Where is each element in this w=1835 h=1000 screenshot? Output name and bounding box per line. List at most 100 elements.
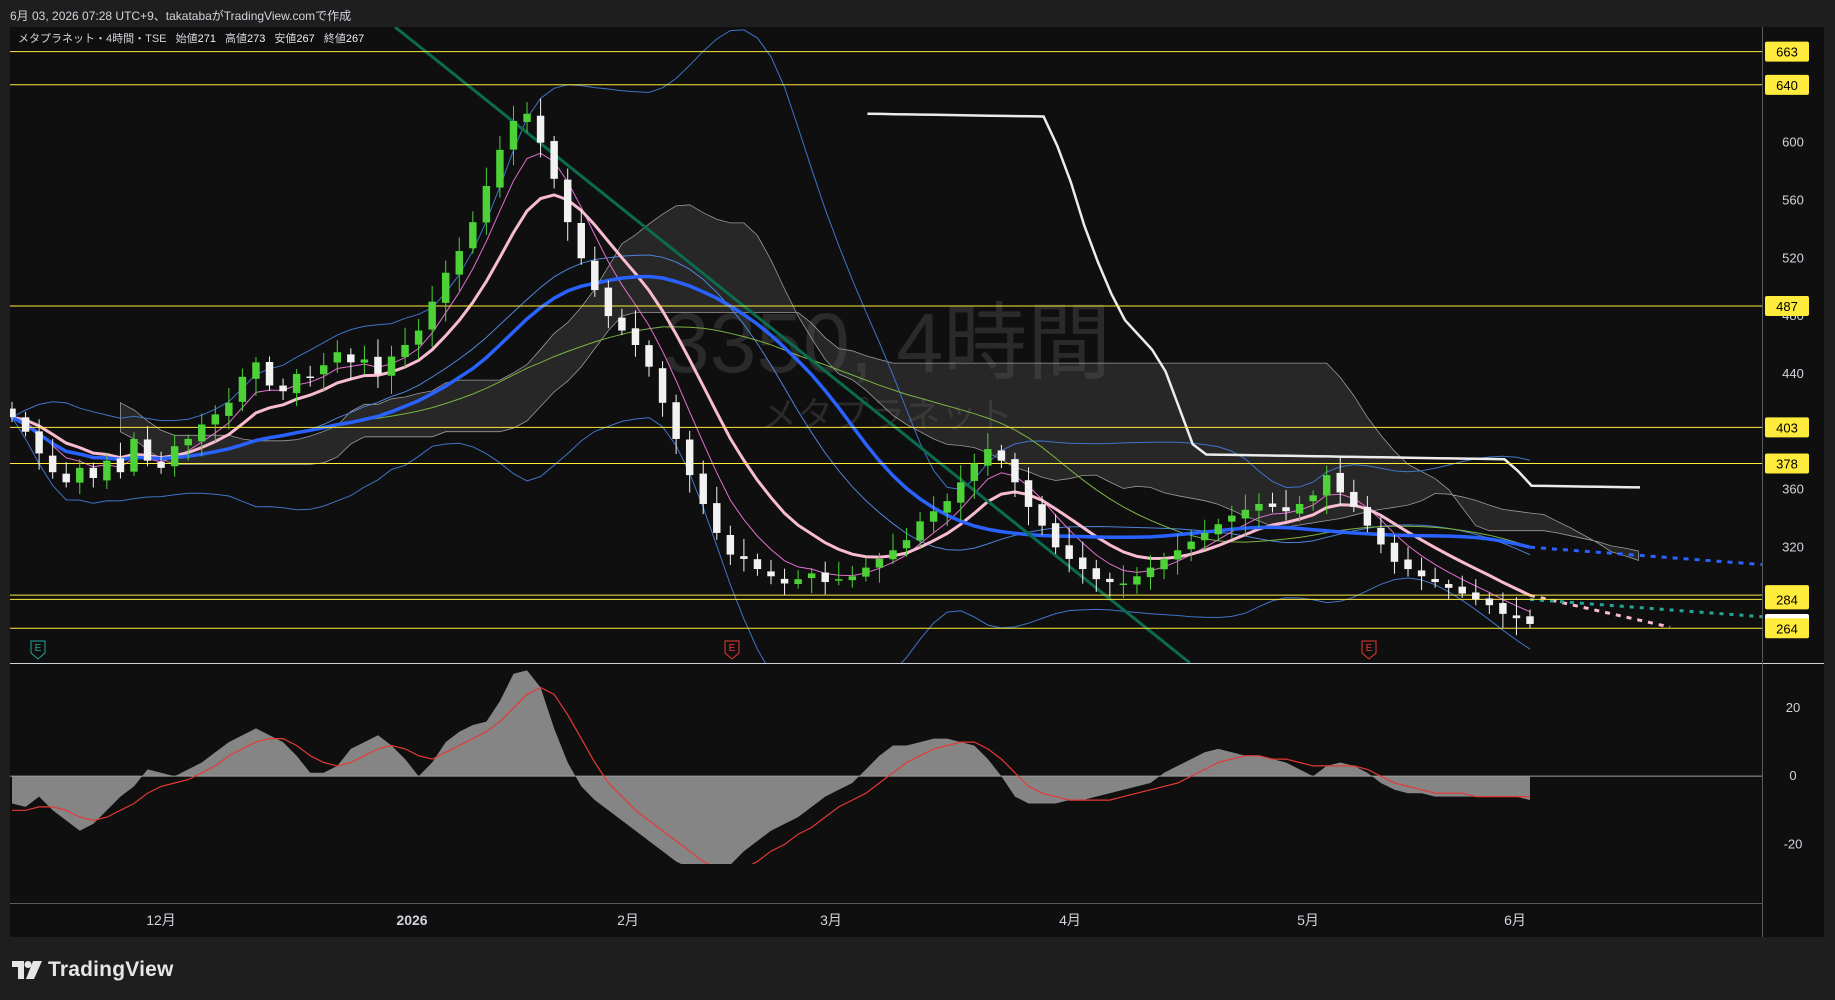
candle-body (1444, 584, 1453, 588)
price-tick-label: 520 (1782, 250, 1804, 265)
candle-body (374, 356, 382, 374)
top-caption-bar: 6月 03, 2026 07:28 UTC+9、takatabaがTrading… (0, 0, 1835, 27)
candle-body (604, 287, 613, 317)
candle-body (401, 345, 409, 358)
candle-body (211, 414, 220, 425)
oscillator-axis[interactable]: 20 0 -20 (1784, 700, 1803, 851)
candle-body (821, 572, 829, 583)
candle-body (347, 354, 355, 363)
candle-body (469, 222, 477, 249)
oscillator-pane (10, 670, 1762, 864)
candle-body (591, 260, 599, 291)
candle-body (157, 461, 165, 468)
chart-area[interactable]: 3350, 4時間 メタプラネット EEE 280320360400440480… (10, 27, 1824, 937)
chart-svg[interactable]: 3350, 4時間 メタプラネット EEE 280320360400440480… (10, 27, 1824, 937)
price-label-text: 640 (1776, 78, 1798, 93)
candle-body (1011, 459, 1019, 483)
candle-body (916, 521, 924, 541)
candle-body (225, 402, 233, 416)
candle-body (252, 362, 260, 379)
price-tick-label: 440 (1782, 366, 1804, 381)
legend-high-label: 高値 (225, 31, 247, 45)
candle-body (848, 576, 857, 581)
earnings-marker[interactable]: E (724, 640, 740, 660)
candle-body (1322, 475, 1331, 496)
candle-body (1526, 616, 1534, 624)
legend-low-label: 安値 (274, 31, 296, 45)
time-axis[interactable]: 12月 2026 2月 3月 4月 5月 6月 (146, 912, 1526, 928)
candle-body (794, 579, 802, 585)
candle-body (496, 149, 504, 188)
price-tick-label: 560 (1782, 192, 1804, 207)
earnings-marker-label: E (1366, 643, 1373, 654)
tradingview-logo[interactable]: TradingView (12, 958, 174, 982)
candle-body (1485, 598, 1494, 606)
candle-body (658, 368, 667, 403)
candle-body (1241, 509, 1250, 519)
price-axis[interactable]: 280320360400440480520560600 (1782, 135, 1804, 613)
candle-body (631, 328, 640, 345)
candle-body (780, 578, 789, 584)
earnings-marker-label: E (729, 643, 736, 654)
candle-body (875, 558, 884, 568)
candle-body (699, 473, 707, 504)
candle-body (279, 385, 287, 392)
candle-body (1268, 503, 1277, 507)
cloud-area (120, 204, 1639, 561)
candle-body (618, 317, 626, 331)
candle-body (62, 473, 70, 483)
candle-body (10, 408, 16, 418)
candle-body (645, 345, 653, 367)
candle-body (943, 501, 951, 513)
time-tick-label: 2026 (396, 912, 427, 928)
legend-open: 271 (198, 33, 216, 45)
time-tick-label: 12月 (146, 912, 176, 928)
candle-body (1024, 480, 1033, 507)
candle-body (455, 251, 463, 275)
legend-open-label: 始値 (176, 31, 198, 45)
candle-body (1499, 603, 1507, 614)
oscillator-tick-label: 0 (1789, 768, 1796, 783)
legend-close-label: 終値 (324, 31, 346, 45)
candle-body (387, 356, 396, 376)
candle-body (1079, 557, 1087, 570)
candle-body (130, 438, 138, 472)
candle-body (1336, 472, 1344, 493)
price-label-text: 378 (1776, 457, 1798, 472)
candle-body (1119, 583, 1128, 585)
candle-body (685, 439, 694, 476)
candle-body (1200, 532, 1209, 541)
candle-body (292, 373, 301, 394)
candle-body (48, 455, 57, 473)
earnings-marker[interactable]: E (30, 640, 46, 660)
candle-body (997, 450, 1006, 461)
chart-caption: 6月 03, 2026 07:28 UTC+9、takatabaがTrading… (10, 9, 352, 23)
candle-body (1051, 523, 1060, 548)
earnings-marker[interactable]: E (1361, 640, 1377, 660)
candle-body (1404, 559, 1412, 570)
candle-body (1472, 592, 1480, 600)
candle-body (970, 463, 979, 481)
time-tick-label: 4月 (1059, 912, 1081, 928)
candle-body (428, 301, 436, 330)
candle-body (957, 482, 965, 503)
earnings-marker-label: E (35, 643, 42, 654)
candle-body (1255, 504, 1263, 511)
candle-body (1417, 570, 1426, 577)
time-tick-label: 5月 (1297, 912, 1319, 928)
candle-body (35, 431, 43, 454)
oscillator-histogram-area (12, 670, 1530, 864)
candle-body (672, 402, 680, 439)
candle-body (1065, 545, 1073, 559)
candle-body (265, 361, 274, 386)
candle-body (740, 556, 748, 559)
candle-body (1092, 568, 1101, 580)
candle-body (306, 376, 314, 379)
candle-body (198, 424, 206, 442)
candle-body (929, 511, 938, 522)
candle-body (753, 559, 762, 570)
time-tick-label: 3月 (820, 912, 842, 928)
candle-body (1146, 567, 1155, 578)
sma-projection (1529, 545, 1762, 567)
candle-body (807, 573, 816, 579)
